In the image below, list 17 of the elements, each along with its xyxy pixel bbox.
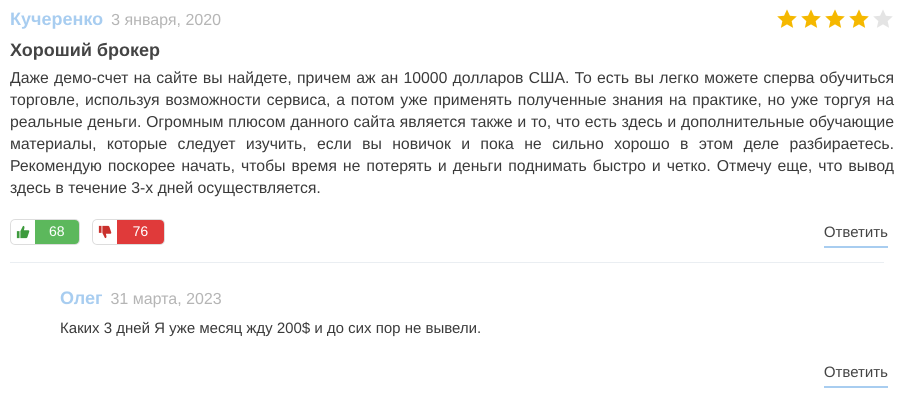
- star-icon: [800, 8, 822, 30]
- review-date: 3 января, 2020: [111, 10, 222, 30]
- dislike-button[interactable]: 76: [92, 218, 166, 245]
- reply-date: 31 марта, 2023: [110, 290, 222, 310]
- star-icon: [872, 8, 894, 30]
- reply-link[interactable]: Ответить: [824, 222, 888, 248]
- star-icon: [824, 8, 846, 30]
- review-title: Хороший брокер: [10, 39, 162, 62]
- star-icon: [776, 8, 798, 30]
- star-icon: [848, 8, 870, 30]
- thumbs-up-icon: [16, 224, 30, 239]
- thumbs-down-icon: [98, 224, 112, 239]
- author-name: Кучеренко: [10, 8, 104, 31]
- author-name: Олег: [60, 286, 102, 310]
- review-text: Даже демо-счет на сайте вы найдете, причем аж ан 10000 долларов США. То есть вы легко можете сперва обучиться торговле, используя возможности сервиса, а потом уже применять полученные знания на практике, но уже торгуя на реальные деньги. Огромным плюсом данного сайта является также и то, что есть здесь и дополнительные обучающие материалы, которые следует изучить, если вы новичок и пока не сильно хорошо в этом деле разбираетесь. Рекомендую поскорее начать, чтобы время не потерять и деньги поднимать быстро и четко. Отмечу еще, что вывод здесь в течение 3-х дней осуществляется.: [10, 69, 894, 199]
- reply-text: Каких 3 дней Я уже месяц жду 200$ и до сих пор не вывели.: [60, 318, 482, 338]
- reply-link[interactable]: Ответить: [824, 362, 888, 388]
